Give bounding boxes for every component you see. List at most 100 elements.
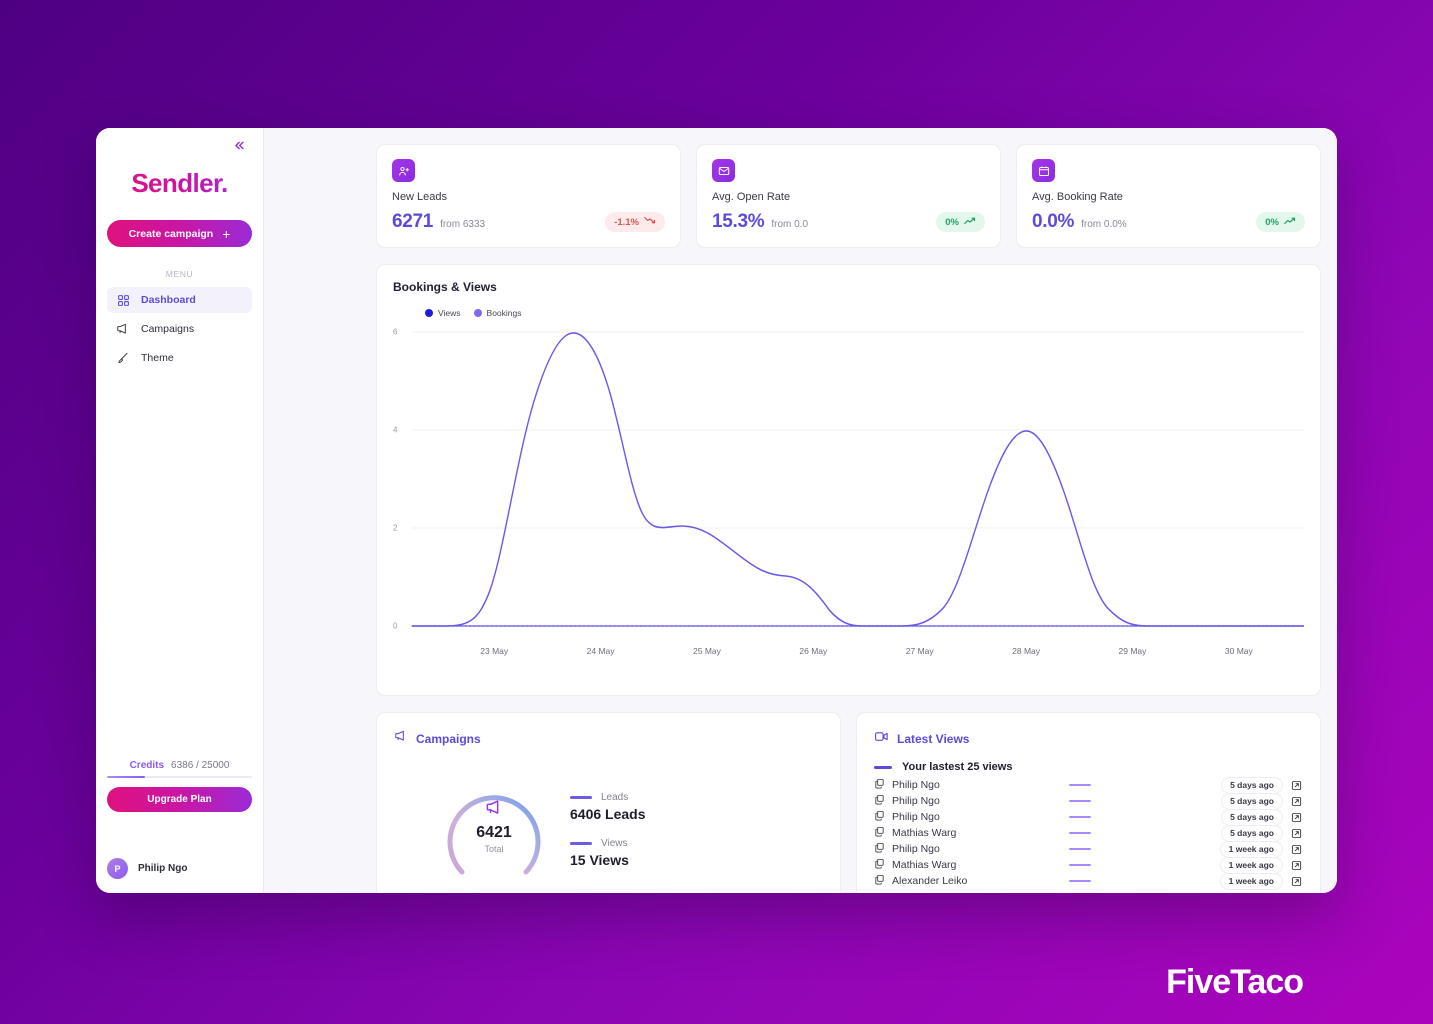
megaphone-icon	[116, 322, 130, 336]
list-item[interactable]: Philip Ngo 5 days ago	[874, 792, 1303, 810]
credits-progress-fill	[107, 775, 145, 778]
list-item[interactable]: Mathias Warg 1 week ago	[874, 856, 1303, 874]
list-item[interactable]: Philip Ngo 5 days ago	[874, 776, 1303, 794]
user-name: Philip Ngo	[138, 863, 188, 874]
trend-up-icon	[1284, 216, 1296, 228]
row-bar-icon	[1069, 847, 1091, 851]
grid-icon	[116, 293, 130, 307]
credits-row: Credits 6386 / 25000	[107, 760, 252, 776]
stat-value: 0.0%	[1032, 211, 1075, 232]
row-bar-icon	[1069, 863, 1091, 867]
legend-item-bookings[interactable]: Bookings	[473, 308, 522, 318]
badge-value: 0%	[1265, 216, 1279, 228]
y-axis-tick: 6	[393, 327, 398, 337]
row-bar-icon	[1069, 783, 1091, 787]
campaigns-panel: Campaigns 6421 Total Leads 6406 Leads Vi…	[376, 712, 841, 893]
stats-row: New Leads 6271 from 6333 -1.1% Avg. Open…	[264, 144, 1337, 248]
legend-value: 6406 Leads	[570, 806, 646, 822]
view-timestamp: 1 week ago	[1219, 856, 1283, 874]
viewer-name: Philip Ngo	[892, 779, 940, 791]
external-link-icon[interactable]	[1290, 796, 1303, 807]
create-campaign-button[interactable]: Create campaign +	[107, 220, 252, 247]
sidebar-item-dashboard[interactable]: Dashboard	[107, 287, 252, 313]
y-axis-tick: 4	[393, 425, 398, 435]
external-link-icon[interactable]	[1290, 812, 1303, 823]
x-axis-tick: 28 May	[1012, 646, 1040, 656]
sidebar-collapse-button[interactable]	[227, 134, 249, 156]
panel-title: Campaigns	[416, 731, 481, 746]
view-timestamp: 1 week ago	[1219, 872, 1283, 890]
campaigns-legend-views: Views 15 Views	[570, 838, 646, 868]
x-axis-tick: 24 May	[586, 646, 615, 656]
list-item[interactable]: Alexander Leiko 1 week ago	[874, 872, 1303, 890]
legend-dot-icon	[473, 309, 482, 317]
list-item[interactable]: Philip Ngo 1 week ago	[874, 840, 1303, 858]
app-window: Sendler. Create campaign + MENU Dashboar…	[96, 128, 1337, 893]
x-axis-tick: 25 May	[693, 646, 721, 656]
chevron-double-left-icon	[231, 138, 246, 153]
status-badge: 0%	[936, 212, 985, 232]
viewer-name: Mathias Warg	[892, 827, 957, 839]
megaphone-icon	[394, 729, 408, 748]
external-link-icon[interactable]	[1290, 876, 1303, 887]
panel-title: Latest Views	[897, 732, 970, 746]
bottom-panels: Campaigns 6421 Total Leads 6406 Leads Vi…	[376, 712, 1321, 893]
stat-title: New Leads	[392, 191, 448, 203]
legend-bar-icon	[874, 765, 892, 769]
chart-svg	[411, 331, 1304, 627]
chart-legend: Views Bookings	[393, 308, 1304, 318]
viewer-name: Philip Ngo	[892, 795, 940, 807]
x-axis-tick: 30 May	[1224, 646, 1253, 656]
chart-card: Bookings & Views Views Bookings 6 4 2 0 …	[376, 264, 1321, 696]
create-campaign-label: Create campaign	[128, 227, 214, 240]
external-link-icon[interactable]	[1290, 860, 1303, 871]
menu-heading: MENU	[165, 269, 194, 279]
stat-value: 15.3%	[712, 211, 765, 232]
latest-views-subtitle-row: Your lastest 25 views	[874, 761, 1303, 773]
list-item[interactable]: Mathias Warg 5 days ago	[874, 824, 1303, 842]
legend-label: Views	[601, 838, 628, 849]
row-bar-icon	[1069, 879, 1091, 883]
viewer-name: Alexander Leiko	[892, 875, 968, 887]
view-timestamp: 5 days ago	[1221, 808, 1283, 826]
legend-item-views[interactable]: Views	[425, 308, 461, 318]
row-bar-icon	[1069, 831, 1091, 835]
credits-label: Credits	[129, 759, 165, 771]
sidebar-nav: Dashboard Campaigns Theme	[107, 287, 252, 371]
x-axis-labels: 23 May 24 May 25 May 26 May 27 May 28 Ma…	[441, 646, 1292, 656]
trend-up-icon	[964, 216, 976, 228]
y-axis-tick: 2	[393, 523, 398, 533]
x-axis-tick: 23 May	[480, 646, 509, 656]
sidebar-item-campaigns[interactable]: Campaigns	[107, 316, 252, 342]
external-link-icon[interactable]	[1290, 844, 1303, 855]
avatar: P	[107, 858, 128, 879]
x-axis-tick: 26 May	[799, 646, 828, 656]
row-bar-icon	[1069, 815, 1091, 819]
latest-views-panel: Latest Views Your lastest 25 views Phili…	[856, 712, 1321, 893]
latest-views-subtitle: Your lastest 25 views	[902, 761, 1013, 773]
list-item[interactable]: Philip Ngo 5 days ago	[874, 808, 1303, 826]
sidebar-item-label: Dashboard	[141, 294, 196, 306]
upgrade-plan-button[interactable]: Upgrade Plan	[107, 787, 252, 812]
campaigns-legend-leads: Leads 6406 Leads	[570, 792, 646, 822]
external-link-icon[interactable]	[1290, 828, 1303, 839]
plus-icon: +	[222, 225, 231, 242]
sidebar-item-theme[interactable]: Theme	[107, 345, 252, 371]
user-profile[interactable]: P Philip Ngo	[107, 858, 252, 879]
viewer-name: Mathias Warg	[892, 859, 957, 871]
stat-card-open-rate: Avg. Open Rate 15.3% from 0.0 0%	[696, 144, 1001, 248]
viewer-name: Philip Ngo	[892, 843, 940, 855]
chart-plot: 6 4 2 0 23 May 24 May 25 May 26 May 27 M…	[393, 324, 1304, 656]
brand-logo: Sendler.	[107, 168, 252, 199]
external-link-icon[interactable]	[1290, 780, 1303, 791]
trend-down-icon	[644, 216, 656, 228]
badge-value: 0%	[945, 216, 959, 228]
legend-label: Bookings	[486, 308, 522, 318]
chart-area: Views Bookings 6 4 2 0 23 May 24 May 25 …	[393, 308, 1304, 683]
sidebar-item-label: Theme	[141, 352, 174, 364]
mail-icon	[712, 159, 735, 182]
sidebar-footer: Credits 6386 / 25000 Upgrade Plan P Phil…	[107, 760, 252, 879]
legend-label: Leads	[601, 792, 629, 803]
watermark-logo: FiveTaco	[1166, 963, 1304, 1001]
viewer-name: Philip Ngo	[892, 811, 940, 823]
